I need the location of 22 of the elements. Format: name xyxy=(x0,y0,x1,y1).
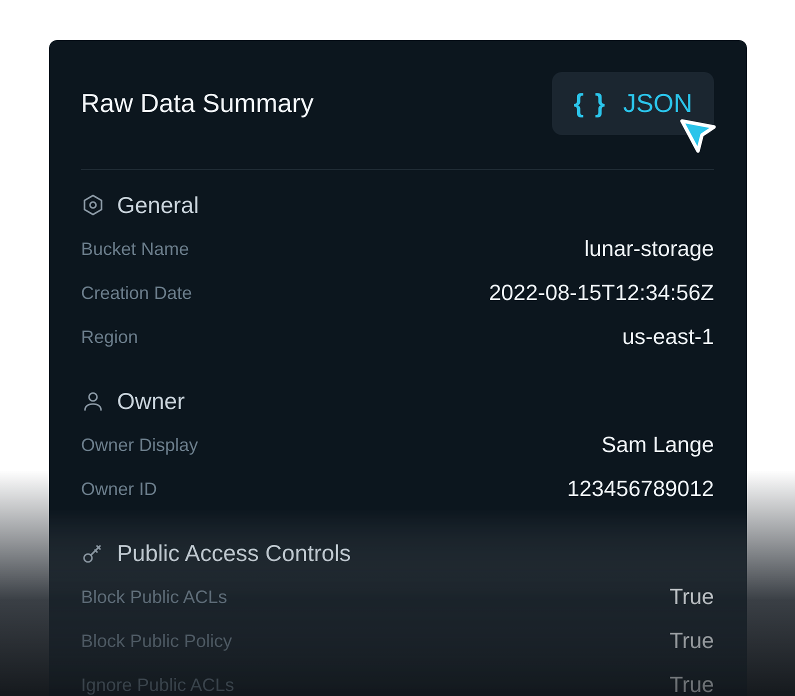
field-label: Owner ID xyxy=(81,478,158,500)
field-label: Block Public ACLs xyxy=(81,586,228,608)
section-title: Owner xyxy=(117,388,185,414)
field-value: True xyxy=(670,628,714,654)
section-title: General xyxy=(117,192,199,218)
settings-icon xyxy=(81,193,105,217)
field-label: Region xyxy=(81,326,138,348)
field-value: us-east-1 xyxy=(622,324,714,350)
pointer-cursor-icon xyxy=(678,117,718,155)
user-icon xyxy=(81,389,105,413)
field-label: Bucket Name xyxy=(81,238,190,260)
card-title: Raw Data Summary xyxy=(81,88,314,119)
field-value: Sam Lange xyxy=(601,432,714,458)
field-label: Owner Display xyxy=(81,434,198,456)
field-label: Creation Date xyxy=(81,282,192,304)
field-label: Block Public Policy xyxy=(81,630,232,652)
field-value: 2022-08-15T12:34:56Z xyxy=(488,280,714,306)
field-value: lunar-storage xyxy=(584,236,714,262)
section-title: Public Access Controls xyxy=(117,540,351,566)
field-value: 123456789012 xyxy=(567,476,714,502)
field-value: True xyxy=(670,584,714,610)
field-value: True xyxy=(670,672,714,696)
